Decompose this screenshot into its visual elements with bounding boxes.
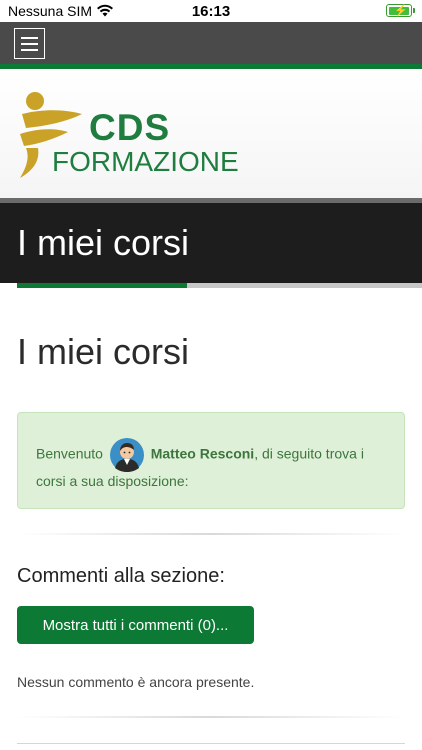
welcome-line-1: Benvenuto Matteo Resconi, di seguito tro… [36, 438, 364, 472]
no-comments-message: Nessun commento è ancora presente. [17, 674, 255, 690]
page-title: I miei corsi [17, 331, 190, 372]
welcome-line-2: corsi a sua disposizione: [36, 473, 189, 489]
menu-line [21, 37, 38, 39]
welcome-alert: Benvenuto Matteo Resconi, di seguito tro… [17, 412, 405, 509]
logo-text-formazione: FORMAZIONE [52, 146, 239, 177]
status-bar: Nessuna SIM 16:13 ⚡ [0, 0, 422, 22]
section-divider [17, 533, 405, 535]
menu-line [21, 43, 38, 45]
welcome-suffix: , di seguito trova i [254, 445, 364, 462]
welcome-user-name: Matteo Resconi [150, 445, 255, 462]
bolt-icon: ⚡ [394, 5, 408, 17]
section-divider [17, 743, 405, 744]
battery-tip [413, 8, 415, 13]
show-all-comments-button[interactable]: Mostra tutti i commenti (0)... [17, 606, 254, 644]
comments-heading: Commenti alla sezione: [17, 565, 225, 587]
welcome-prefix: Benvenuto [36, 445, 103, 462]
user-avatar-icon [109, 438, 144, 472]
band-title: I miei corsi [17, 222, 190, 263]
menu-line [21, 49, 38, 51]
top-navbar [0, 22, 422, 64]
hamburger-menu-icon[interactable] [14, 28, 45, 59]
band-underline-rest [187, 283, 422, 288]
clock-time: 16:13 [191, 3, 231, 20]
section-divider [17, 716, 405, 718]
band-underline-accent [17, 283, 187, 288]
battery-charging-icon: ⚡ [386, 4, 415, 17]
logo-text-cds: CDS [89, 107, 171, 148]
